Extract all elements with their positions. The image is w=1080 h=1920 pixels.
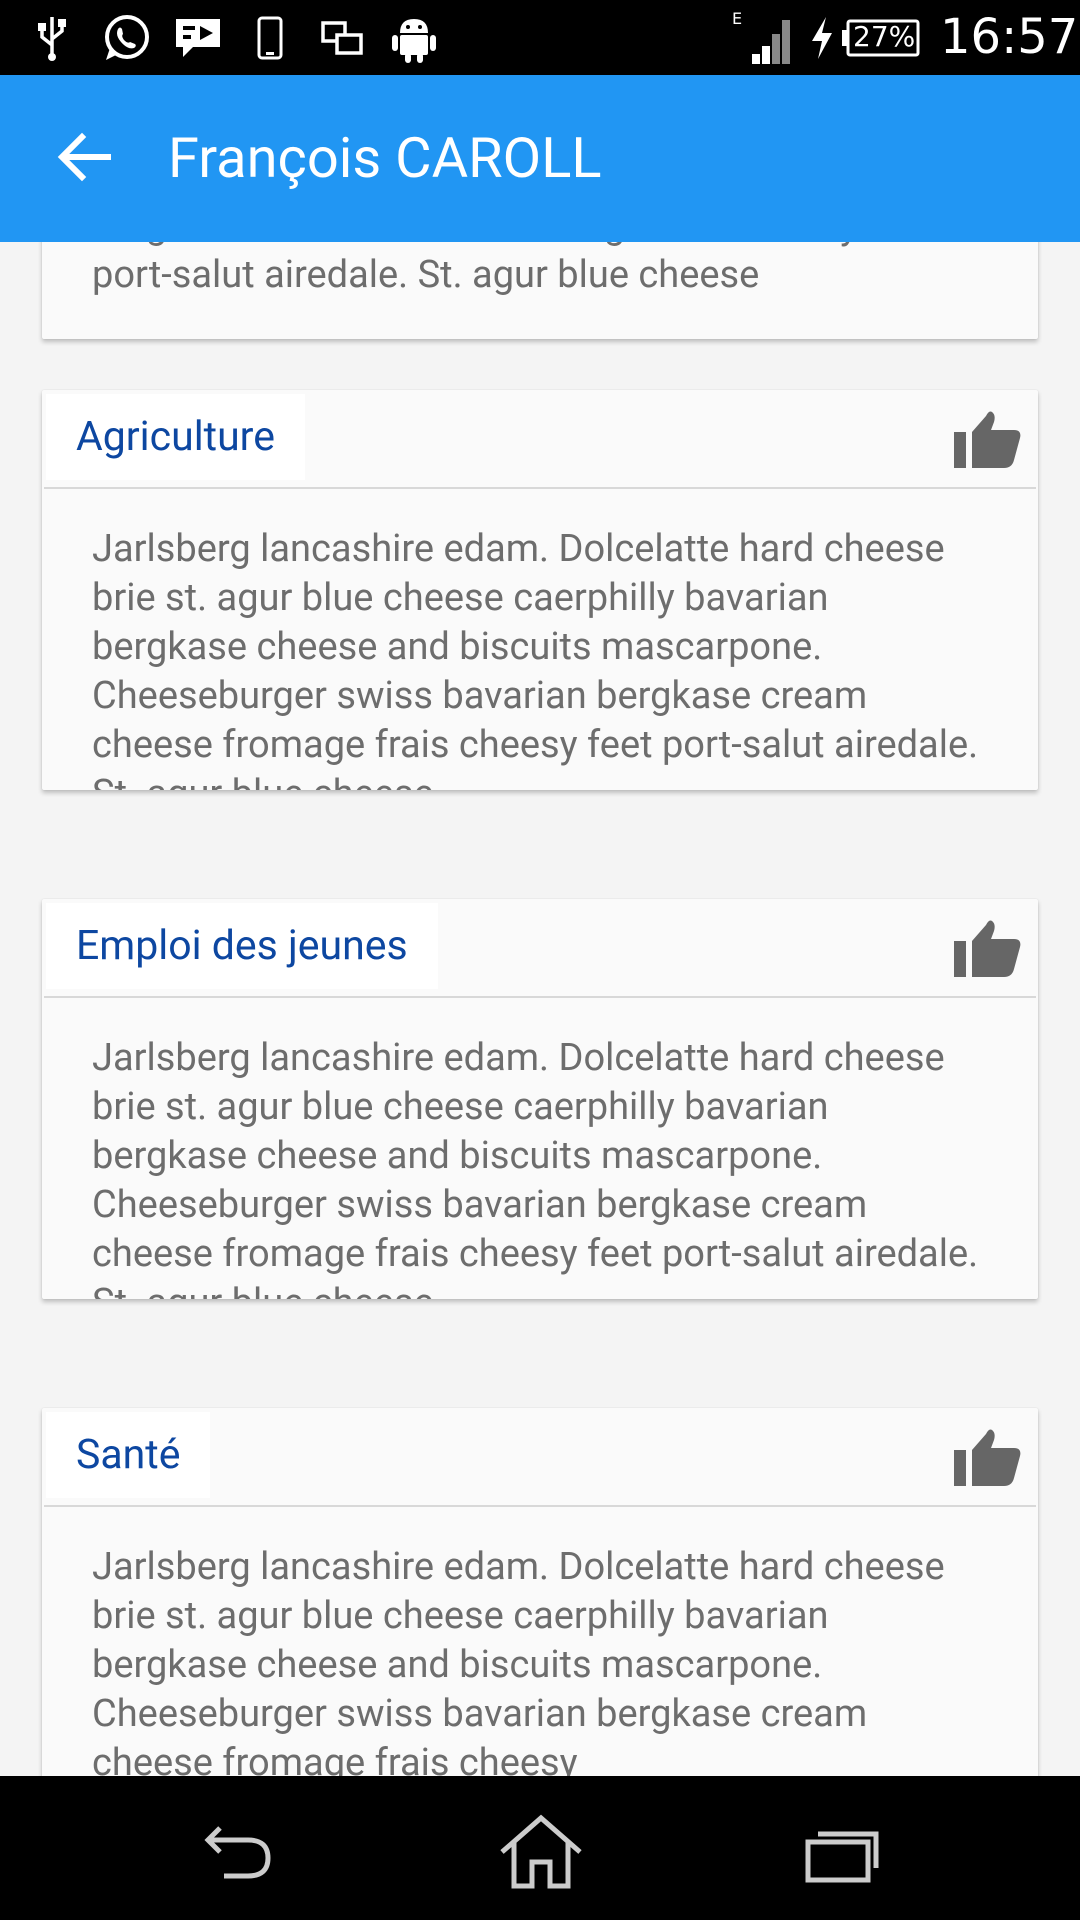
message-icon xyxy=(173,0,223,75)
card-agriculture: Agriculture Jarlsberg lancashire edam. D… xyxy=(42,390,1038,790)
nav-back-button[interactable] xyxy=(196,1812,286,1892)
home-icon xyxy=(500,1814,582,1889)
like-button[interactable] xyxy=(952,406,1024,470)
page-title: François CAROLL xyxy=(168,125,602,191)
status-bar: E 27% 16:57 xyxy=(0,0,1080,75)
card-partial: bergkase cream cheese fromage frais chee… xyxy=(42,242,1038,339)
card-text: Jarlsberg lancashire edam. Dolcelatte ha… xyxy=(92,1545,945,1776)
usb-icon xyxy=(36,0,68,75)
card-title: Santé xyxy=(46,1412,211,1498)
nav-recents-button[interactable] xyxy=(796,1812,886,1892)
battery-percent: 27% xyxy=(853,20,916,53)
thumbs-up-icon xyxy=(954,411,1021,468)
network-type-label: E xyxy=(732,10,742,28)
card-text: Jarlsberg lancashire edam. Dolcelatte ha… xyxy=(92,527,979,790)
whatsapp-icon xyxy=(100,0,152,75)
card-sante: Santé Jarlsberg lancashire edam. Dolcela… xyxy=(42,1408,1038,1776)
back-icon xyxy=(204,1826,271,1879)
navigation-bar xyxy=(0,1776,1080,1920)
thumbs-up-icon xyxy=(954,920,1021,977)
card-title: Emploi des jeunes xyxy=(46,903,438,989)
card-body-text: bergkase cream cheese fromage frais chee… xyxy=(92,242,933,297)
android-icon xyxy=(392,0,436,75)
arrow-back-icon xyxy=(57,132,111,182)
card-list[interactable]: bergkase cream cheese fromage frais chee… xyxy=(0,242,1080,1776)
card-title: Agriculture xyxy=(46,394,305,480)
like-button[interactable] xyxy=(952,915,1024,979)
clock: 16:57 xyxy=(940,9,1079,65)
card-header: Santé xyxy=(44,1408,1036,1507)
recents-icon xyxy=(805,1831,879,1883)
thumbs-up-icon xyxy=(954,1429,1021,1486)
charging-icon xyxy=(808,0,836,75)
screens-icon xyxy=(320,0,364,75)
card-text: Jarlsberg lancashire edam. Dolcelatte ha… xyxy=(92,1036,979,1299)
app-bar: François CAROLL xyxy=(0,75,1080,242)
card-header: Emploi des jeunes xyxy=(44,899,1036,998)
like-button[interactable] xyxy=(952,1424,1024,1488)
nav-home-button[interactable] xyxy=(496,1812,586,1892)
back-button[interactable] xyxy=(52,125,116,189)
card-text: bergkase cream cheese fromage frais chee… xyxy=(42,242,1038,300)
signal-icon: E xyxy=(730,0,794,75)
card-header: Agriculture xyxy=(44,390,1036,489)
card-emploi-des-jeunes: Emploi des jeunes Jarlsberg lancashire e… xyxy=(42,899,1038,1299)
phone-icon xyxy=(256,0,284,75)
